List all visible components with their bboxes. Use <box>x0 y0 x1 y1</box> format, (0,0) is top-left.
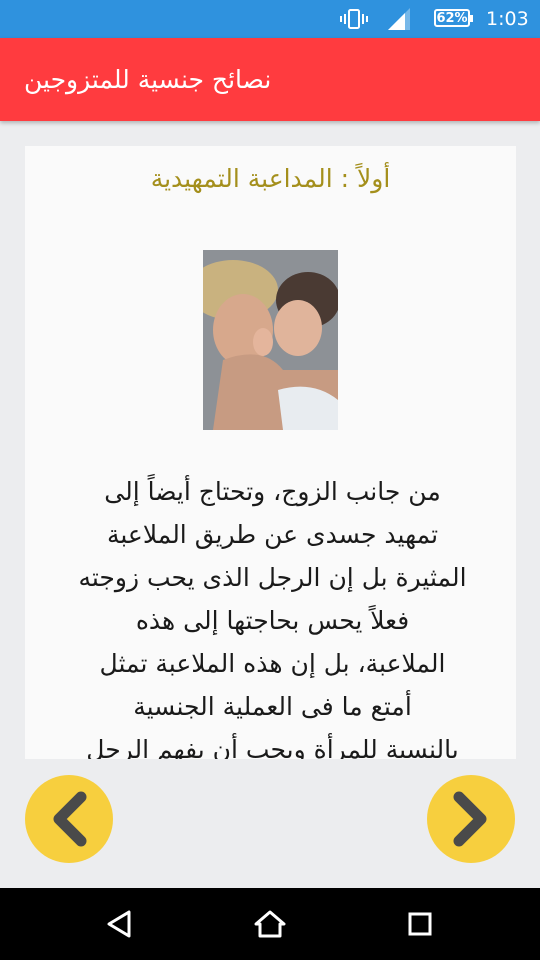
battery-icon: 62% <box>434 9 473 27</box>
chevron-left-icon <box>53 791 87 847</box>
clock: 1:03 <box>486 8 529 30</box>
status-bar: 62% 1:03 <box>0 0 540 38</box>
battery-level: 62% <box>436 10 468 26</box>
back-button[interactable] <box>80 888 160 960</box>
signal-icon <box>386 0 412 38</box>
previous-button[interactable] <box>25 775 113 863</box>
content-card: أولاً : المداعبة التمهيدية من جانب الزوج… <box>25 146 516 759</box>
couple-photo <box>203 250 338 430</box>
back-icon <box>107 910 131 938</box>
recents-icon <box>408 912 432 936</box>
home-icon <box>254 910 286 938</box>
article-body: من جانب الزوج، وتحتاج أيضاً إلى تمهيد جس… <box>78 477 467 759</box>
system-navigation-bar <box>0 888 540 960</box>
chevron-right-icon <box>453 791 487 847</box>
next-button[interactable] <box>427 775 515 863</box>
home-button[interactable] <box>230 888 310 960</box>
app-title: نصائح جنسية للمتزوجين <box>24 65 272 94</box>
section-heading: أولاً : المداعبة التمهيدية <box>150 164 391 193</box>
app-bar: نصائح جنسية للمتزوجين <box>0 38 540 121</box>
recents-button[interactable] <box>380 888 460 960</box>
vibrate-icon <box>340 0 368 38</box>
